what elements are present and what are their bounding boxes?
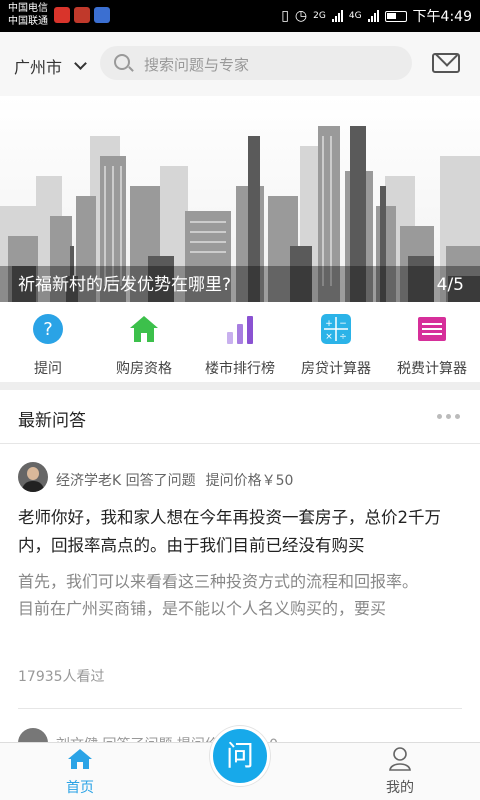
clock: 下午4:49 (412, 9, 472, 25)
question-icon: ? (33, 314, 63, 344)
menu-item-label: 楼市排行榜 (205, 361, 275, 377)
battery-icon (384, 10, 407, 22)
banner-carousel[interactable]: 祈福新村的后发优势在哪里? 4/5 (0, 96, 480, 302)
home-icon (68, 749, 92, 769)
menu-item-market-ranking[interactable]: 楼市排行榜 (192, 302, 288, 382)
section-title: 最新问答 (18, 411, 86, 431)
notification-icons (54, 7, 110, 23)
section-separator (0, 382, 480, 390)
app-notification-icon (74, 7, 90, 23)
nav-home-label: 首页 (66, 780, 94, 796)
carrier-1: 中国电信 (8, 3, 48, 14)
banner-page-indicator: 4/5 (436, 275, 464, 295)
answerer-info: 经济学老K 回答了问题 提问价格￥50 (56, 470, 293, 490)
menu-item-label: 购房资格 (116, 361, 172, 377)
svg-text:−: − (339, 319, 347, 329)
signal-icon-2 (367, 10, 379, 22)
svg-text:?: ? (43, 319, 53, 340)
user-icon (389, 747, 411, 771)
search-icon (114, 54, 130, 70)
vibrate-icon: ▯ (281, 8, 289, 24)
house-icon (130, 316, 158, 342)
question-price: 提问价格￥50 (205, 473, 294, 489)
carrier-2: 中国联通 (8, 16, 48, 27)
svg-text:+: + (325, 319, 333, 329)
city-selector[interactable]: 广州市 (14, 54, 87, 78)
top-bar: 广州市 搜索问题与专家 (0, 32, 480, 96)
answerer-name: 经济学老K 回答了问题 (56, 473, 196, 489)
menu-item-ask[interactable]: ? 提问 (0, 302, 96, 382)
status-indicators: ▯ ◷ 2G 4G 下午4:49 (281, 6, 472, 26)
qa-card[interactable]: 经济学老K 回答了问题 提问价格￥50 老师你好，我和家人想在今年再投资一套房子，… (0, 444, 480, 710)
bar-rank-icon (227, 316, 253, 344)
message-icon[interactable] (432, 53, 460, 73)
network-type-2: 4G (348, 11, 362, 21)
menu-item-tax-calculator[interactable]: 税费计算器 (384, 302, 480, 382)
svg-text:×: × (325, 332, 333, 342)
signal-icon (331, 10, 343, 22)
menu-item-label: 房贷计算器 (301, 361, 371, 377)
news-app-icon (54, 7, 70, 23)
nav-home[interactable]: 首页 (40, 743, 120, 800)
alarm-icon: ◷ (294, 8, 308, 24)
question-text: 老师你好，我和家人想在今年再投资一套房子，总价2千万内，回报率高点的。由于我们目… (18, 508, 441, 555)
svg-text:÷: ÷ (339, 332, 347, 342)
menu-item-mortgage-calculator[interactable]: + − × ÷ 房贷计算器 (288, 302, 384, 382)
view-count: 17935人看过 (18, 669, 105, 685)
menu-item-label: 税费计算器 (397, 361, 467, 377)
avatar[interactable] (18, 462, 48, 492)
menu-item-label: 提问 (34, 361, 62, 377)
answer-preview: 首先，我们可以来看看这三种投资方式的流程和回报率。 目前在广州买商铺，是不能以个… (18, 572, 419, 618)
chevron-down-icon (74, 57, 87, 70)
carrier-info: 中国电信 中国联通 (8, 2, 48, 28)
browser-app-icon (94, 7, 110, 23)
search-input[interactable]: 搜索问题与专家 (100, 46, 412, 80)
more-icon[interactable] (437, 414, 460, 419)
divider (18, 708, 462, 709)
nav-mine-label: 我的 (386, 780, 414, 796)
quick-menu: ? 提问 购房资格 楼市排行榜 + − × ÷ 房贷计算器 税费计算器 (0, 302, 480, 382)
latest-qa-header: 最新问答 (0, 390, 480, 444)
banner-caption: 祈福新村的后发优势在哪里? (18, 275, 232, 295)
nav-mine[interactable]: 我的 (360, 743, 440, 800)
tax-table-icon (418, 317, 446, 341)
search-placeholder: 搜索问题与专家 (144, 56, 250, 74)
ask-question-button[interactable]: 问 (210, 726, 270, 786)
status-bar: 中国电信 中国联通 ▯ ◷ 2G 4G 下午4:49 (0, 0, 480, 32)
menu-item-purchase-eligibility[interactable]: 购房资格 (96, 302, 192, 382)
calculator-icon: + − × ÷ (321, 314, 351, 344)
network-type-1: 2G (313, 11, 326, 21)
city-label: 广州市 (14, 58, 63, 77)
